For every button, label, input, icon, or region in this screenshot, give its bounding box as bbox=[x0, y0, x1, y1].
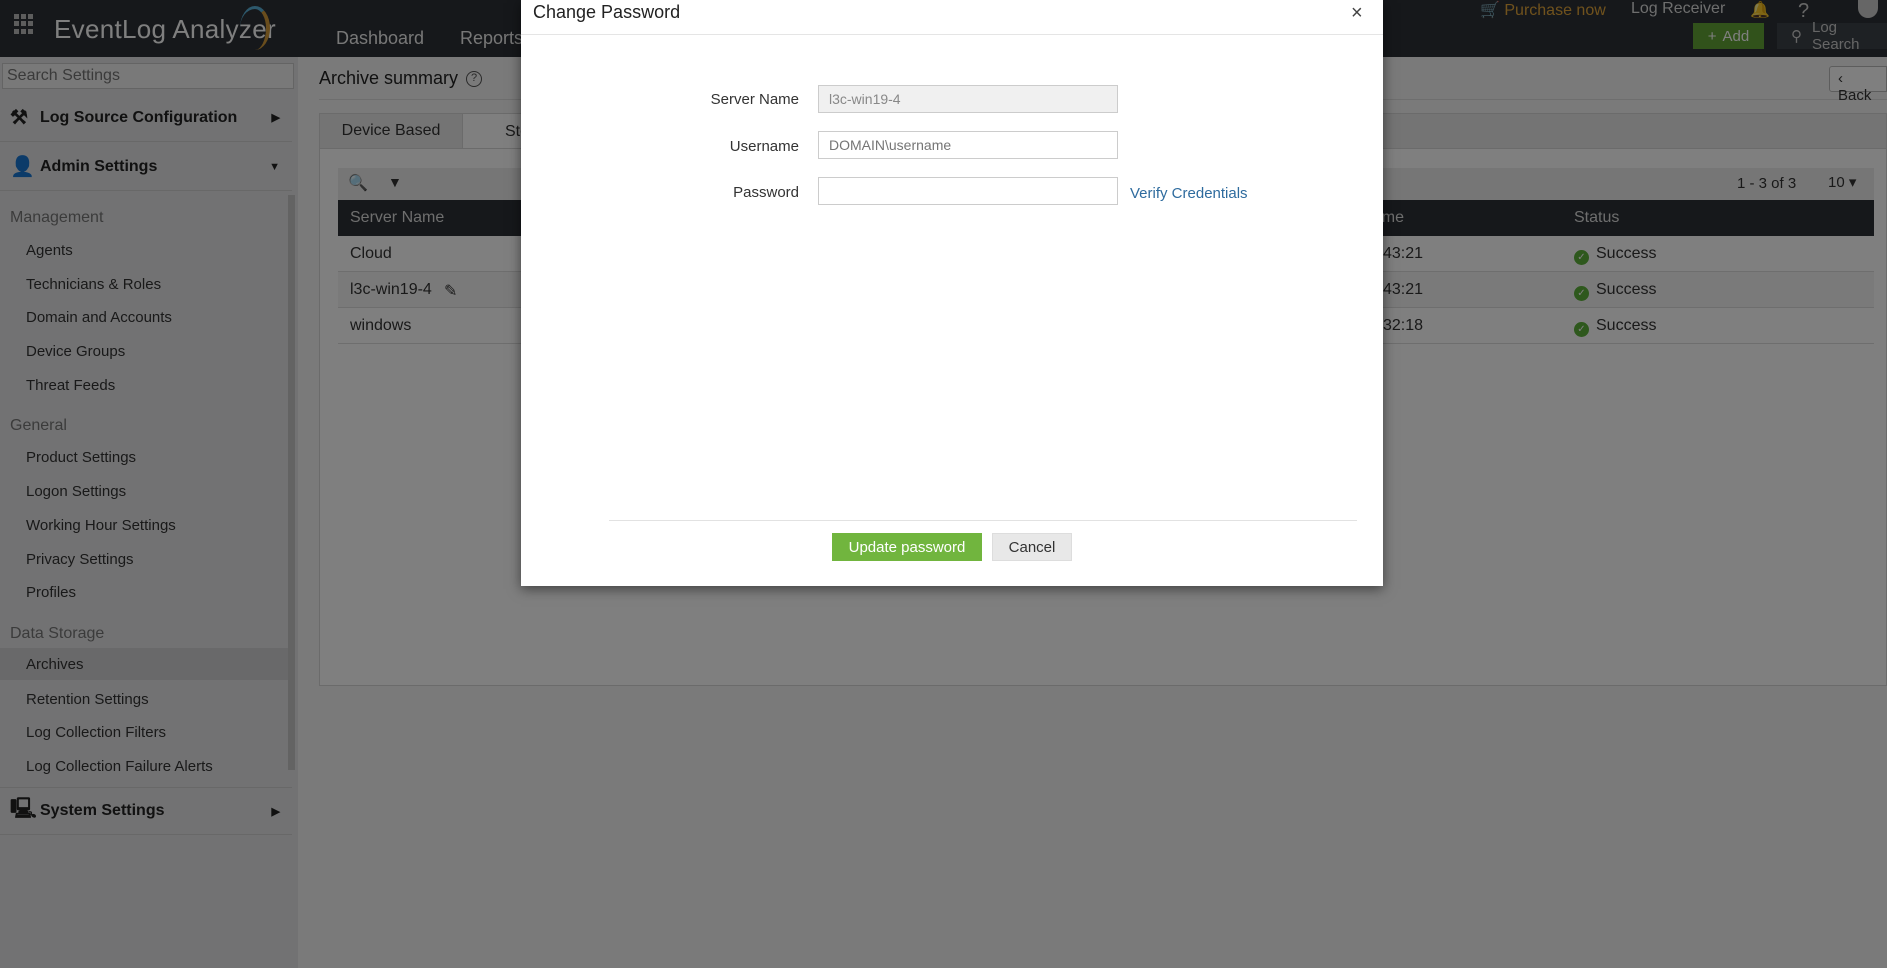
cancel-button[interactable]: Cancel bbox=[992, 533, 1072, 561]
dialog-title: Change Password bbox=[533, 2, 681, 22]
update-password-button[interactable]: Update password bbox=[832, 533, 982, 561]
server-name-field bbox=[818, 85, 1118, 113]
username-field[interactable] bbox=[818, 131, 1118, 159]
password-label: Password bbox=[733, 184, 799, 201]
divider bbox=[521, 34, 1383, 35]
divider bbox=[609, 520, 1357, 521]
password-field[interactable] bbox=[818, 177, 1118, 205]
change-password-dialog: Change Password × Server Name Username P… bbox=[521, 0, 1383, 586]
close-icon[interactable]: × bbox=[1351, 2, 1363, 25]
username-label: Username bbox=[729, 138, 799, 155]
server-name-label: Server Name bbox=[710, 91, 799, 108]
verify-credentials-link[interactable]: Verify Credentials bbox=[1130, 185, 1248, 202]
